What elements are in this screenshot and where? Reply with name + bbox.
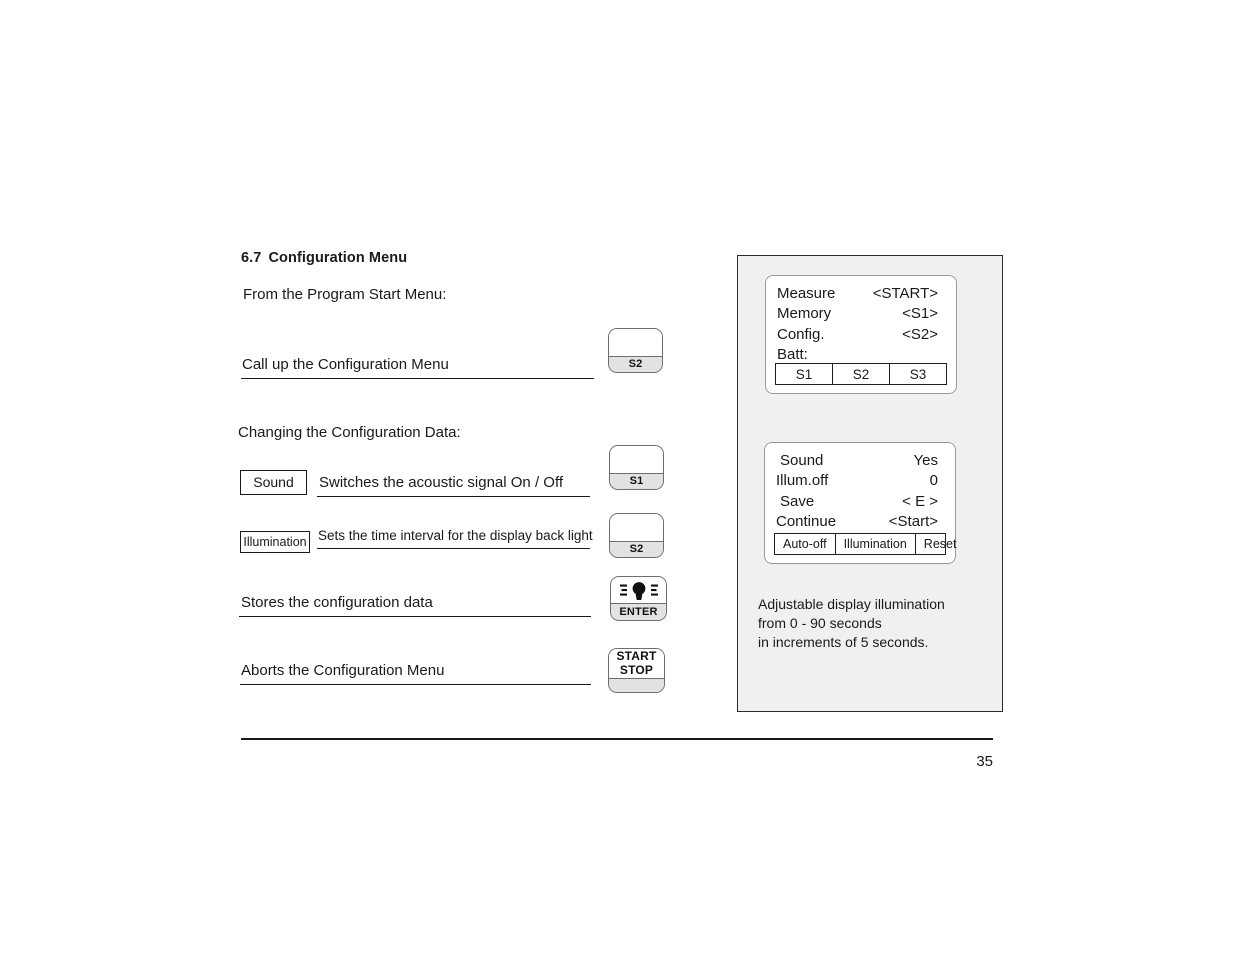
key-label: ENTER: [611, 603, 666, 620]
lcd-display-configuration: Sound Yes Illum.off 0 Save < E > Continu…: [764, 442, 956, 564]
key-face-line-2: STOP: [619, 662, 654, 677]
lcd-row-label: Illum.off: [776, 472, 829, 490]
lcd-row-value: < E >: [902, 492, 938, 510]
page-title: 6.7 Configuration Menu: [241, 250, 407, 266]
instruction-row-abort: Aborts the Configuration Menu: [240, 651, 591, 685]
manual-page: 6.7 Configuration Menu From the Program S…: [0, 0, 1235, 954]
lcd-row-label: Measure: [777, 284, 836, 302]
lcd-softkey[interactable]: Auto-off: [775, 534, 836, 554]
lightbulb-icon: [619, 579, 659, 601]
instruction-text: Switches the acoustic signal On / Off: [319, 474, 564, 491]
parameter-box-sound: Sound: [240, 470, 307, 495]
lcd-row-label: Memory: [777, 305, 832, 323]
key-face-text: START STOP: [616, 649, 657, 677]
row-underline: [317, 548, 590, 549]
instruction-row-store: Stores the configuration data: [239, 583, 591, 617]
key-face: START STOP: [609, 649, 664, 678]
row-underline: [239, 616, 591, 617]
lcd-softkey[interactable]: S3: [890, 364, 946, 384]
lcd-row: Measure <START>: [766, 283, 956, 304]
instruction-text: Aborts the Configuration Menu: [241, 662, 445, 679]
lcd-row-value: <Start>: [888, 513, 938, 531]
lcd-row: Batt:: [766, 345, 956, 366]
lcd-row: Memory <S1>: [766, 304, 956, 325]
page-number: 35: [976, 753, 993, 770]
panel-note: Adjustable display illumination from 0 -…: [758, 595, 988, 652]
row-underline: [317, 496, 590, 497]
lcd-softkey-bar: S1 S2 S3: [775, 363, 947, 385]
instruction-row-illumination: Sets the time interval for the display b…: [317, 515, 593, 549]
instruction-row-call-up: Call up the Configuration Menu: [241, 345, 594, 379]
section-number: 6.7: [241, 250, 262, 266]
device-key-s1-sound[interactable]: S1: [609, 445, 664, 490]
key-face-line-1: START: [616, 649, 657, 664]
panel-note-line: in increments of 5 seconds.: [758, 634, 929, 650]
key-label: [609, 678, 664, 692]
key-label: S1: [610, 473, 663, 489]
instruction-text: Sets the time interval for the display b…: [318, 528, 593, 543]
lcd-softkey[interactable]: S1: [776, 364, 833, 384]
lcd-row: Sound Yes: [765, 450, 955, 471]
instruction-row-sound: Switches the acoustic signal On / Off: [317, 463, 590, 497]
key-label: S2: [610, 541, 663, 557]
lcd-row-value: <S2>: [902, 325, 938, 343]
lcd-row: Config. <S2>: [766, 324, 956, 345]
lcd-softkey[interactable]: S2: [833, 364, 890, 384]
panel-note-line: Adjustable display illumination: [758, 596, 945, 612]
instruction-text: Stores the configuration data: [241, 594, 433, 611]
lcd-softkey[interactable]: Illumination: [836, 534, 916, 554]
lcd-row-value: 0: [929, 472, 938, 490]
lcd-row-value: Yes: [913, 451, 938, 469]
lcd-row-label: Continue: [776, 513, 837, 531]
lcd-rows: Measure <START> Memory <S1> Config. <S2>…: [766, 283, 956, 365]
intro-text-program-start: From the Program Start Menu:: [243, 286, 447, 303]
lcd-row: Continue <Start>: [765, 512, 955, 533]
lcd-row-label: Batt:: [777, 346, 808, 364]
lcd-display-program-start: Measure <START> Memory <S1> Config. <S2>…: [765, 275, 957, 394]
device-key-s2-call-up[interactable]: S2: [608, 328, 663, 373]
lcd-softkey[interactable]: Reset: [916, 534, 965, 554]
section-title-text: Configuration Menu: [268, 250, 408, 266]
lcd-row-value: <S1>: [902, 305, 938, 323]
lcd-row: Save < E >: [765, 491, 955, 512]
device-key-start-stop[interactable]: START STOP: [608, 648, 665, 693]
lcd-softkey-bar: Auto-off Illumination Reset: [774, 533, 956, 555]
lcd-row-value: <START>: [872, 284, 938, 302]
key-face: [611, 577, 666, 603]
lcd-row: Illum.off 0: [765, 471, 955, 492]
lcd-row-label: Sound: [780, 451, 824, 469]
lcd-row-label: Config.: [777, 325, 825, 343]
footer-divider: [241, 738, 993, 740]
device-key-s2-illumination[interactable]: S2: [609, 513, 664, 558]
parameter-box-illumination: Illumination: [240, 531, 310, 553]
lcd-row-label: Save: [780, 492, 815, 510]
row-underline: [240, 684, 591, 685]
key-label: S2: [609, 356, 662, 372]
key-face: [610, 514, 663, 541]
intro-text-changing-data: Changing the Configuration Data:: [238, 424, 461, 441]
instruction-text: Call up the Configuration Menu: [242, 356, 449, 373]
key-face: [609, 329, 662, 356]
key-face: [610, 446, 663, 473]
device-key-enter[interactable]: ENTER: [610, 576, 667, 621]
lcd-rows: Sound Yes Illum.off 0 Save < E > Continu…: [765, 450, 955, 532]
panel-note-line: from 0 - 90 seconds: [758, 615, 882, 631]
row-underline: [241, 378, 594, 379]
